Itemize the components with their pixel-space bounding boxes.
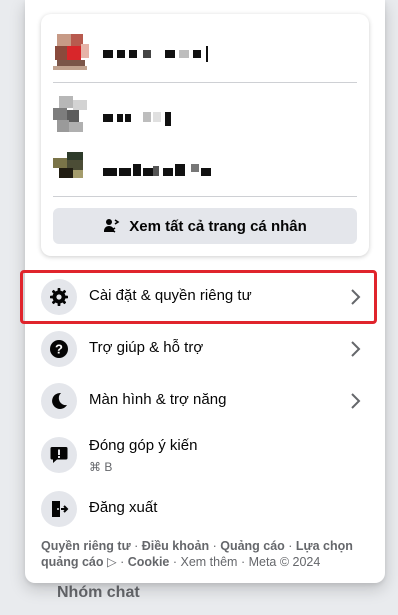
footer-separator: · [284,539,296,553]
menu-item-display-accessibility[interactable]: Màn hình & trợ năng [33,375,377,427]
footer-link-cookie[interactable]: Cookie [128,555,170,569]
divider [53,82,357,83]
menu-item-label: Đăng xuất [89,499,158,516]
footer-separator: · [130,539,142,553]
help-icon: ? [41,331,77,367]
profile-item[interactable] [53,34,357,78]
menu-item-feedback[interactable]: Đóng góp ý kiến ⌘ B [33,427,377,485]
highlight-box [20,270,377,324]
see-all-profiles-button[interactable]: Xem tất cả trang cá nhân [53,208,357,244]
profile-name-redacted [103,110,263,126]
footer-link-ads[interactable]: Quảng cáo [220,539,285,553]
menu-item-label: Màn hình & trợ năng [89,391,227,408]
profiles-switch-icon [103,217,121,235]
menu-item-help-support[interactable]: ? Trợ giúp & hỗ trợ [33,323,377,375]
footer-separator: · [209,539,221,553]
avatar [53,96,89,136]
footer-links: Quyền riêng tư · Điều khoản · Quảng cáo … [41,538,371,570]
group-chat-heading: Nhóm chat [57,584,140,601]
chevron-right-icon [345,391,365,411]
avatar [53,34,89,74]
keyboard-shortcut: ⌘ B [89,460,113,474]
svg-text:?: ? [55,342,63,357]
see-all-profiles-label: Xem tất cả trang cá nhân [129,217,307,235]
profile-item[interactable] [53,96,357,140]
menu-item-logout[interactable]: Đăng xuất [33,483,377,535]
profile-name-redacted [103,46,263,62]
footer-link-terms[interactable]: Điều khoản [142,539,209,553]
menu-item-label: Trợ giúp & hỗ trợ [89,339,204,356]
menu-item-label: Đóng góp ý kiến [89,437,198,454]
logout-icon [41,491,77,527]
divider [53,196,357,197]
footer-separator: · [116,555,128,569]
footer-separator: · [169,555,181,569]
moon-icon [41,383,77,419]
footer-meta-copyright: Meta © 2024 [248,555,321,569]
avatar [53,150,89,190]
profile-item[interactable] [53,150,357,194]
chevron-right-icon [345,339,365,359]
footer-separator: · [237,555,249,569]
profile-name-redacted [103,164,263,178]
footer-link-privacy[interactable]: Quyền riêng tư [41,539,131,553]
profiles-card: Xem tất cả trang cá nhân [41,14,369,256]
feedback-icon [41,437,77,473]
footer-link-more[interactable]: Xem thêm [181,555,238,569]
